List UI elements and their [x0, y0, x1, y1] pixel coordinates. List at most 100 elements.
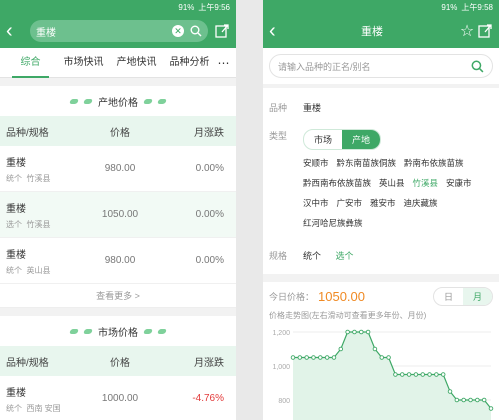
battery-text: 91% [178, 2, 195, 12]
data-point [345, 329, 350, 335]
leaf-icon [157, 328, 167, 334]
table-row[interactable]: 重楼 统个 西南 安国 1000.00 -4.76% [0, 376, 236, 420]
place-option[interactable]: 黔西南布依族苗族 [303, 177, 371, 189]
place-option[interactable]: 安顺市 [303, 157, 329, 169]
spec-label: 规格 [269, 251, 288, 261]
origin-price-title: 产地价格 [0, 86, 236, 116]
search-icon[interactable] [471, 60, 484, 73]
table-header: 品种/规格 价格 月涨跌 [0, 346, 236, 376]
header-change: 月涨跌 [194, 357, 224, 369]
spec-row: 规格 统个 选个 [269, 240, 493, 268]
search-field[interactable]: 重楼 ✕ [30, 20, 208, 42]
period-month-option[interactable]: 月 [462, 287, 492, 305]
price-trend-chart[interactable]: 1,2001,000800600 [263, 324, 499, 420]
row-sub: 统个 英山县 [6, 265, 90, 276]
table-row[interactable]: 重楼 统个 英山县 980.00 0.00% [0, 238, 236, 284]
place-option[interactable]: 雅安市 [370, 197, 396, 209]
data-point [290, 355, 296, 360]
table-row[interactable]: 重楼 选个 竹溪县 1050.00 0.00% [0, 192, 236, 238]
clear-icon[interactable]: ✕ [172, 25, 184, 37]
data-point [393, 372, 398, 377]
variety-row: 品种 重楼 [269, 92, 493, 120]
row-spec: 统个 [6, 403, 22, 413]
today-price-label: 今日价格： [269, 291, 315, 302]
y-tick-label: 1,200 [272, 330, 290, 337]
type-label: 类型 [269, 131, 288, 141]
tab-bar: 综合 市场快讯 产地快讯 品种分析 ⋯ [0, 48, 236, 78]
row-location: 竹溪县 [26, 173, 51, 183]
app-bar: ‹ 重楼 ✕ [0, 14, 236, 48]
row-sub: 统个 西南 安国 [6, 403, 90, 414]
data-point [481, 397, 487, 403]
table-header: 品种/规格 价格 月涨跌 [0, 116, 236, 146]
share-icon[interactable] [214, 23, 230, 39]
variety-label: 品种 [269, 103, 288, 113]
data-point [440, 372, 446, 377]
section-title-text: 市场价格 [98, 327, 138, 339]
data-point [399, 372, 405, 377]
leaf-icon [143, 328, 153, 334]
back-icon[interactable]: ‹ [6, 21, 24, 41]
see-more-link[interactable]: 查看更多 > [0, 284, 236, 308]
data-point [386, 355, 391, 360]
data-point [427, 372, 432, 377]
data-point [413, 372, 419, 377]
area-fill [293, 332, 491, 420]
tab-origin-news[interactable]: 产地快讯 [110, 48, 163, 78]
back-icon[interactable]: ‹ [269, 21, 287, 41]
search-input[interactable]: 重楼 [36, 24, 172, 39]
place-option[interactable]: 黔东南苗族侗族 [337, 157, 397, 169]
header-change: 月涨跌 [194, 127, 224, 139]
place-option[interactable]: 汉中市 [303, 197, 329, 209]
data-point [359, 329, 364, 335]
place-option[interactable]: 迪庆藏族 [404, 197, 438, 209]
share-icon[interactable] [477, 23, 493, 39]
search-field[interactable]: 请输入品种的正名/别名 [269, 54, 493, 78]
row-spec: 统个 [6, 265, 22, 275]
row-change: 0.00% [195, 163, 224, 174]
place-option-selected[interactable]: 竹溪县 [413, 177, 439, 189]
time-text: 上午9:56 [198, 2, 230, 12]
place-option[interactable]: 英山县 [379, 177, 405, 189]
tab-market-news[interactable]: 市场快讯 [57, 48, 110, 78]
place-option[interactable]: 安康市 [446, 177, 472, 189]
star-icon[interactable]: ☆ [457, 21, 477, 41]
place-option[interactable]: 黔南布依族苗族 [404, 157, 464, 169]
row-spec: 统个 [6, 173, 22, 183]
header-price: 价格 [110, 357, 130, 369]
place-option[interactable]: 广安市 [337, 197, 363, 209]
spec-option[interactable]: 统个 [303, 251, 321, 261]
type-origin-option[interactable]: 产地 [342, 130, 381, 149]
row-price: 980.00 [104, 255, 136, 266]
leaf-icon [69, 98, 79, 104]
place-option[interactable]: 红河哈尼族彝族 [303, 217, 363, 229]
data-point [475, 397, 480, 403]
leaf-icon [157, 98, 167, 104]
data-point [468, 397, 473, 403]
tab-overview[interactable]: 综合 [4, 48, 57, 78]
row-location: 竹溪县 [26, 219, 51, 229]
more-icon[interactable]: ⋯ [216, 56, 232, 70]
type-market-option[interactable]: 市场 [304, 130, 342, 149]
data-point [311, 355, 316, 360]
header-price: 价格 [110, 127, 130, 139]
search-icon[interactable] [190, 25, 202, 37]
market-price-title: 市场价格 [0, 316, 236, 346]
period-day-option[interactable]: 日 [434, 288, 463, 305]
leaf-icon [83, 328, 93, 334]
data-point [352, 329, 357, 335]
type-selector: 市场 产地 [303, 129, 382, 150]
tab-variety-analysis[interactable]: 品种分析 [163, 48, 216, 78]
data-point [461, 397, 466, 403]
search-input[interactable]: 请输入品种的正名/别名 [278, 60, 471, 73]
variety-value: 重楼 [303, 103, 322, 113]
data-point [304, 355, 309, 360]
table-row[interactable]: 重楼 统个 竹溪县 980.00 0.00% [0, 146, 236, 192]
row-change: -4.76% [192, 393, 224, 404]
row-name: 重楼 [6, 387, 26, 399]
data-point [318, 355, 323, 360]
chart-svg: 1,2001,000800600 [272, 329, 494, 420]
spec-option-selected[interactable]: 选个 [336, 251, 354, 261]
data-point [297, 355, 303, 360]
header-variety: 品种/规格 [6, 127, 49, 139]
